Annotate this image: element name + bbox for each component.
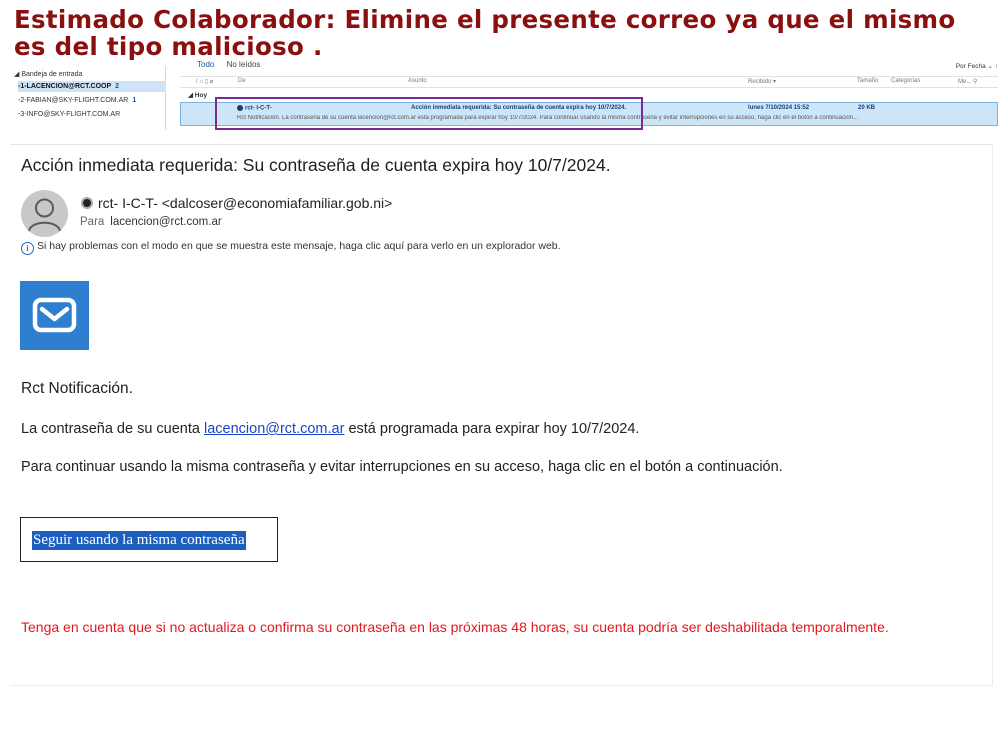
to-address[interactable]: lacencion@rct.com.ar	[110, 216, 221, 228]
presence-status-icon	[81, 197, 93, 209]
col-categories[interactable]: Categorías	[891, 78, 920, 84]
sender-line[interactable]: rct- I-C-T- <dalcoser@economiafamiliar.g…	[81, 195, 392, 211]
info-bar[interactable]: i Si hay problemas con el modo en que se …	[21, 240, 561, 255]
keep-password-button[interactable]: Seguir usando la misma contraseña	[20, 517, 278, 562]
sender-name: rct- I-C-T- <dalcoser@economiafamiliar.g…	[98, 195, 393, 211]
filter-tabs: Todo No leídos	[197, 60, 260, 72]
message-received: lunes 7/10/2024 15:52	[748, 105, 810, 111]
unread-count: 2	[115, 83, 120, 90]
highlight-box	[215, 97, 643, 130]
col-subject[interactable]: Asunto	[408, 78, 427, 84]
unread-count: 1	[132, 97, 137, 104]
recipient-line: Para lacencion@rct.com.ar	[80, 216, 222, 228]
expiry-text-1: La contraseña de su cuenta	[21, 421, 204, 437]
person-avatar-icon[interactable]	[21, 190, 68, 237]
deactivation-warning: Tenga en cuenta que si no actualiza o co…	[21, 619, 889, 635]
instruction-paragraph: Para continuar usando la misma contraseñ…	[21, 459, 783, 475]
folder-account-1[interactable]: -1-LACENCION@RCT.COOP 2	[18, 81, 166, 92]
expiry-paragraph: La contraseña de su cuenta lacencion@rct…	[21, 421, 639, 437]
info-bar-text: Si hay problemas con el modo en que se m…	[37, 240, 561, 252]
col-received[interactable]: Recibido ▾	[748, 78, 776, 85]
expiry-text-2: está programada para expirar hoy 10/7/20…	[344, 421, 640, 437]
col-from[interactable]: De	[238, 78, 246, 84]
warning-banner: Estimado Colaborador: Elimine el present…	[14, 5, 956, 61]
tab-all[interactable]: Todo	[197, 60, 214, 69]
notification-heading: Rct Notificación.	[21, 380, 133, 397]
info-icon: i	[21, 242, 34, 255]
message-size: 20 KB	[858, 105, 876, 111]
envelope-check-icon	[20, 281, 89, 350]
folder-account-label: -3-INFO@SKY-FLIGHT.COM.AR	[18, 111, 121, 118]
folder-account-2[interactable]: -2-FABIAN@SKY-FLIGHT.COM.AR 1	[18, 95, 166, 106]
group-today[interactable]: ◢ Hoy	[188, 91, 207, 99]
keep-password-button-label: Seguir usando la misma contraseña	[32, 531, 246, 550]
col-mention[interactable]: Me... ⚲	[958, 78, 977, 85]
column-header: ! ⌂ ▯ ⌀ De Asunto Recibido ▾ Tamaño Cate…	[180, 76, 998, 88]
col-size[interactable]: Tamaño	[857, 78, 878, 84]
folder-account-label: -2-FABIAN@SKY-FLIGHT.COM.AR	[18, 97, 129, 104]
folder-pane: ◢ Bandeja de entrada -1-LACENCION@RCT.CO…	[10, 66, 166, 130]
col-icons[interactable]: ! ⌂ ▯ ⌀	[196, 78, 213, 85]
sort-control[interactable]: Por Fecha ⌄ ↑	[956, 62, 998, 70]
folder-inbox[interactable]: ◢ Bandeja de entrada	[14, 70, 82, 78]
account-link[interactable]: lacencion@rct.com.ar	[204, 421, 344, 437]
tab-unread[interactable]: No leídos	[227, 60, 261, 69]
email-subject: Acción inmediata requerida: Su contraseñ…	[21, 155, 611, 175]
to-label: Para	[80, 216, 105, 228]
folder-account-3[interactable]: -3-INFO@SKY-FLIGHT.COM.AR	[18, 109, 166, 120]
folder-account-label: -1-LACENCION@RCT.COOP	[18, 83, 112, 90]
